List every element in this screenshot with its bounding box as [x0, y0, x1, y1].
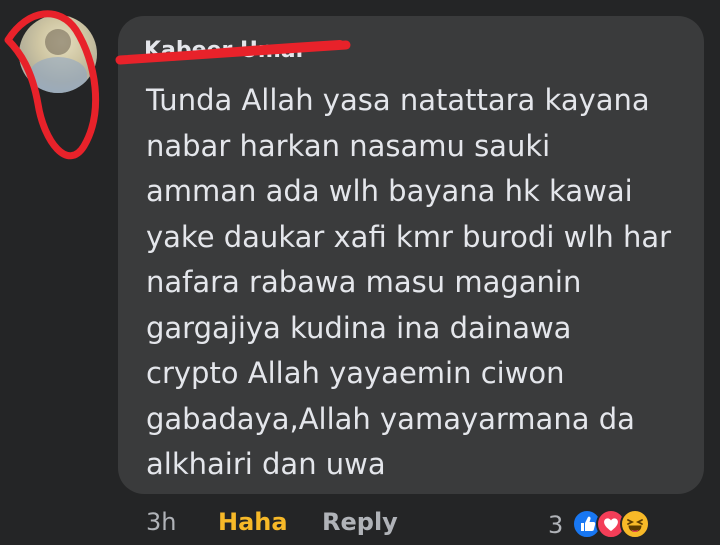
comment-timestamp[interactable]: 3h [146, 508, 176, 536]
haha-icon [620, 509, 650, 539]
avatar-photo-body [29, 57, 87, 93]
avatar-photo-head [45, 29, 71, 55]
comment-author-name[interactable]: Kabeer Umar [144, 38, 306, 63]
reply-button[interactable]: Reply [322, 508, 398, 536]
comment-screen: Kabeer Umar Tunda Allah yasa natattara k… [0, 0, 720, 545]
reaction-count: 3 [548, 511, 564, 539]
avatar[interactable] [19, 15, 97, 93]
comment-text: Tunda Allah yasa natattara kayana nabar … [146, 83, 672, 481]
haha-reaction-button[interactable]: Haha [218, 508, 288, 536]
